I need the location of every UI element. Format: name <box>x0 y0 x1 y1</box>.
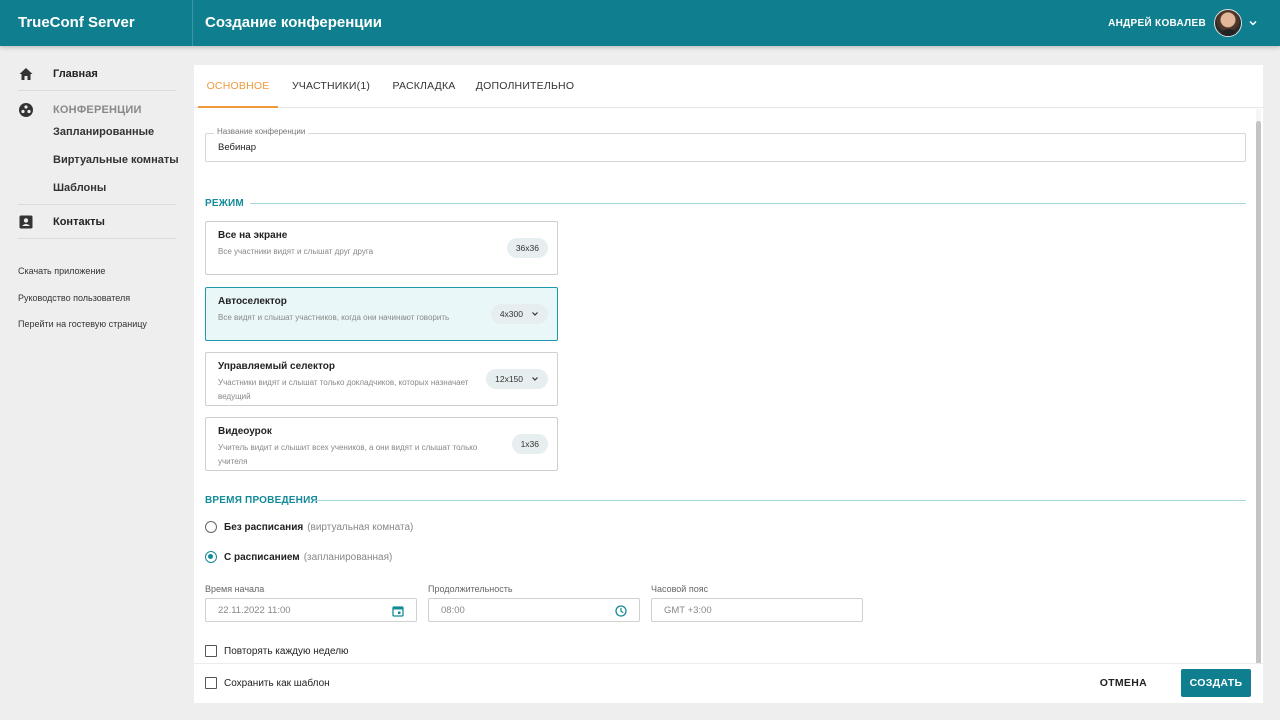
divider <box>18 90 176 91</box>
mode-option-desc: Участники видят и слышат только докладчи… <box>218 378 469 401</box>
create-button[interactable]: СОЗДАТЬ <box>1181 669 1251 697</box>
chevron-down-icon[interactable] <box>1248 18 1258 28</box>
mode-option-size-badge: 36x36 <box>506 238 548 258</box>
mode-option-size-badge: 1x36 <box>511 434 548 454</box>
chevron-down-icon <box>531 375 539 383</box>
radio-no-schedule[interactable]: Без расписания (виртуальная комната) <box>205 521 413 533</box>
mode-option-all-on-screen[interactable]: Все на экране Все участники видят и слыш… <box>205 221 558 275</box>
sidebar-item-templates[interactable]: Шаблоны <box>53 182 106 194</box>
conference-name-field[interactable]: Название конференции Вебинар <box>205 127 1246 162</box>
save-template-checkbox[interactable]: Сохранить как шаблон <box>205 677 330 689</box>
clock-icon[interactable] <box>615 604 627 622</box>
tab-layout[interactable]: РАСКЛАДКА <box>386 65 462 108</box>
duration-field[interactable]: 08:00 <box>428 598 640 622</box>
size-value: 36x36 <box>515 243 539 253</box>
start-time-label: Время начала <box>205 584 265 594</box>
sidebar-item-virtual-rooms[interactable]: Виртуальные комнаты <box>53 154 179 166</box>
section-title-schedule: ВРЕМЯ ПРОВЕДЕНИЯ <box>205 495 318 506</box>
radio-button[interactable] <box>205 551 217 563</box>
radio-label: Без расписания <box>224 521 304 533</box>
radio-hint: (виртуальная комната) <box>307 521 414 533</box>
mode-option-title: Все на экране <box>218 230 288 241</box>
user-name[interactable]: АНДРЕЙ КОВАЛЕВ <box>1108 18 1206 29</box>
size-value: 4x300 <box>499 309 523 319</box>
divider <box>18 204 176 205</box>
user-menu[interactable]: АНДРЕЙ КОВАЛЕВ <box>1108 7 1258 39</box>
scrollbar-thumb[interactable] <box>1256 121 1261 669</box>
tab-general[interactable]: ОСНОВНОЕ <box>198 65 278 108</box>
timezone-value: GMT +3:00 <box>664 605 712 616</box>
mode-option-desc: Все участники видят и слышат друг друга <box>218 247 374 256</box>
link-download-app[interactable]: Скачать приложение <box>18 266 105 276</box>
mode-option-size-select[interactable]: 12x150 <box>486 369 548 389</box>
section-title-mode: РЕЖИМ <box>205 198 244 209</box>
app-brand[interactable]: TrueConf Server <box>0 0 193 46</box>
mode-option-desc: Учитель видит и слышит всех учеников, а … <box>218 443 478 466</box>
radio-label: С расписанием <box>224 551 300 563</box>
link-user-guide[interactable]: Руководство пользователя <box>18 293 130 303</box>
checkbox-label: Сохранить как шаблон <box>224 677 330 689</box>
mode-option-title: Автоселектор <box>218 296 287 307</box>
sidebar-item-contacts[interactable]: Контакты <box>18 214 105 230</box>
size-value: 12x150 <box>495 374 523 384</box>
contacts-icon <box>18 214 34 230</box>
start-time-value: 22.11.2022 11:00 <box>218 605 291 616</box>
conference-name-value[interactable]: Вебинар <box>218 142 256 153</box>
conference-name-label: Название конференции <box>214 127 309 136</box>
sidebar: Главная КОНФЕРЕНЦИИ Запланированные Вирт… <box>0 46 193 720</box>
repeat-weekly-checkbox[interactable]: Повторять каждую неделю <box>205 645 349 657</box>
duration-label: Продолжительность <box>428 584 513 594</box>
tab-participants[interactable]: УЧАСТНИКИ(1) <box>286 65 376 108</box>
mode-option-video-lesson[interactable]: Видеоурок Учитель видит и слышит всех уч… <box>205 417 558 471</box>
section-divider <box>250 203 1246 204</box>
tab-bar: ОСНОВНОЕ УЧАСТНИКИ(1) РАСКЛАДКА ДОПОЛНИТ… <box>194 65 1263 108</box>
checkbox[interactable] <box>205 645 217 657</box>
avatar[interactable] <box>1214 9 1242 37</box>
sidebar-item-label: Контакты <box>53 216 105 228</box>
start-time-field[interactable]: 22.11.2022 11:00 <box>205 598 417 622</box>
mode-option-title: Управляемый селектор <box>218 361 335 372</box>
chevron-down-icon <box>531 310 539 318</box>
mode-option-desc: Все видят и слышат участников, когда они… <box>218 313 450 322</box>
mode-option-title: Видеоурок <box>218 426 272 437</box>
duration-value: 08:00 <box>441 605 465 616</box>
tab-advanced[interactable]: ДОПОЛНИТЕЛЬНО <box>472 65 578 108</box>
radio-with-schedule[interactable]: С расписанием (запланированная) <box>205 551 392 563</box>
link-guest-page[interactable]: Перейти на гостевую страницу <box>18 319 147 329</box>
sidebar-item-scheduled[interactable]: Запланированные <box>53 126 154 138</box>
cancel-button[interactable]: ОТМЕНА <box>1090 669 1157 697</box>
mode-option-autoselector[interactable]: Автоселектор Все видят и слышат участник… <box>205 287 558 341</box>
divider <box>18 238 176 239</box>
section-divider <box>315 500 1246 501</box>
timezone-field[interactable]: GMT +3:00 <box>651 598 863 622</box>
page-title: Создание конференции <box>205 14 382 31</box>
form-footer: Сохранить как шаблон ОТМЕНА СОЗДАТЬ <box>194 663 1263 703</box>
conference-form: ОСНОВНОЕ УЧАСТНИКИ(1) РАСКЛАДКА ДОПОЛНИТ… <box>194 65 1263 703</box>
sidebar-item-label: Главная <box>53 68 98 80</box>
timezone-label: Часовой пояс <box>651 584 709 594</box>
calendar-icon[interactable] <box>392 604 404 622</box>
mode-option-managed-selector[interactable]: Управляемый селектор Участники видят и с… <box>205 352 558 406</box>
home-icon <box>18 66 34 82</box>
radio-hint: (запланированная) <box>303 551 393 563</box>
checkbox-label: Повторять каждую неделю <box>224 645 349 657</box>
sidebar-section-conferences: КОНФЕРЕНЦИИ <box>18 102 142 118</box>
radio-button[interactable] <box>205 521 217 533</box>
mode-option-size-select[interactable]: 4x300 <box>490 304 548 324</box>
checkbox[interactable] <box>205 677 217 689</box>
app-header: TrueConf Server Создание конференции АНД… <box>0 0 1280 46</box>
sidebar-item-home[interactable]: Главная <box>18 66 98 82</box>
sidebar-section-label: КОНФЕРЕНЦИИ <box>53 104 142 116</box>
conference-icon <box>18 102 34 118</box>
size-value: 1x36 <box>520 439 539 449</box>
